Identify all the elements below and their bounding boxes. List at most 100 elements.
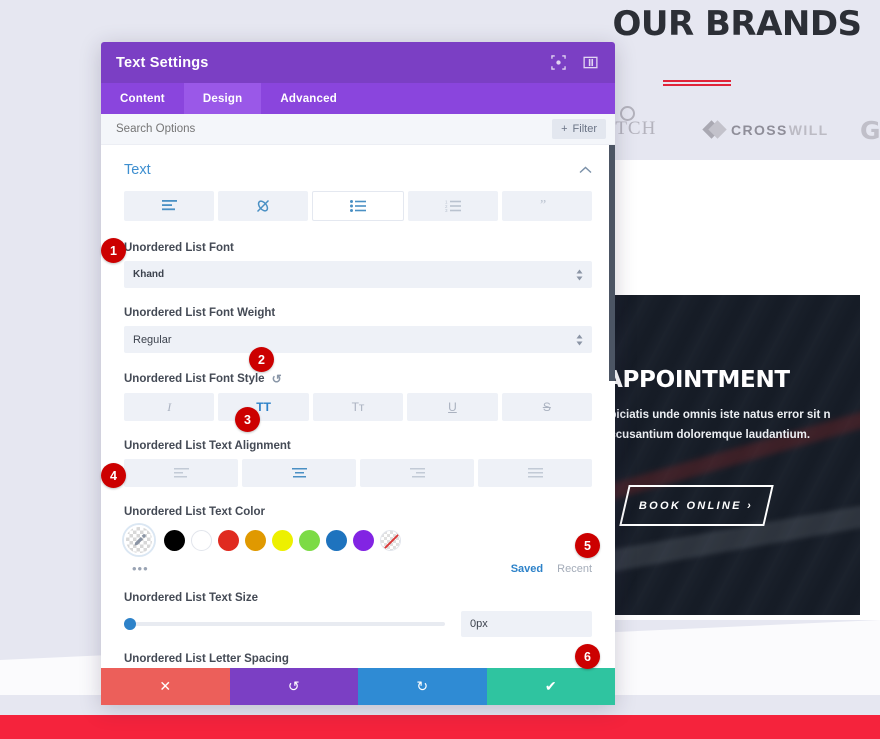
title-divider <box>663 80 731 86</box>
step-badge-3: 3 <box>235 407 260 432</box>
font-label: Unordered List Font <box>124 242 234 254</box>
unordered-list-icon[interactable] <box>312 191 404 221</box>
swatch-blue[interactable] <box>326 529 347 551</box>
footer-red-strip <box>0 715 880 739</box>
svg-text:”: ” <box>540 200 546 212</box>
itch-logo: ITCH <box>608 106 657 140</box>
letter-spacing-row: Unordered List Letter Spacing 0px <box>124 653 592 668</box>
font-weight-label: Unordered List Font Weight <box>124 307 276 319</box>
swatch-transparent[interactable] <box>380 529 401 551</box>
search-options-row: + Filter <box>101 114 615 145</box>
text-alignment-label: Unordered List Text Alignment <box>124 440 291 452</box>
search-input[interactable] <box>116 123 553 135</box>
crosswill-mark-icon <box>702 120 727 139</box>
underline-button[interactable]: U <box>407 393 498 421</box>
swatch-orange[interactable] <box>245 529 266 551</box>
quote-icon[interactable]: ” <box>502 191 592 221</box>
stepper-icon <box>576 334 583 346</box>
paragraph-icon[interactable] <box>124 191 214 221</box>
font-style-group: I TT Tᴛ U S <box>124 393 593 421</box>
hero-paragraph: spiciatis unde omnis iste natus error si… <box>607 409 831 441</box>
options-scroll-area: Text 1 2 3 ” Unordered List Font Khand U… <box>101 145 615 668</box>
color-meta-row: ••• Saved Recent <box>124 558 592 576</box>
step-badge-6: 6 <box>575 644 600 669</box>
text-alignment-group <box>124 459 592 487</box>
modal-scrollbar[interactable] <box>609 145 615 668</box>
save-button[interactable]: ✔ <box>486 668 615 705</box>
filter-button[interactable]: + Filter <box>552 119 606 139</box>
swatch-white[interactable] <box>191 529 212 551</box>
tab-content[interactable]: Content <box>101 83 184 114</box>
filter-button-label: Filter <box>572 123 597 135</box>
slider-knob[interactable] <box>124 618 136 630</box>
step-badge-1: 1 <box>101 238 126 263</box>
text-section-header[interactable]: Text <box>124 145 592 191</box>
text-color-label: Unordered List Text Color <box>124 506 265 518</box>
text-size-input[interactable]: 0px <box>461 611 592 637</box>
step-badge-2: 2 <box>249 347 274 372</box>
cancel-button[interactable]: ✕ <box>101 668 230 705</box>
font-style-label: Unordered List Font Style ↺ <box>124 372 592 386</box>
svg-text:3: 3 <box>445 208 448 212</box>
smallcaps-glyph: Tᴛ <box>351 400 365 414</box>
focus-target-icon[interactable] <box>548 53 568 73</box>
strikethrough-glyph: S <box>542 400 551 414</box>
swatch-green[interactable] <box>299 529 320 551</box>
link-icon[interactable] <box>218 191 308 221</box>
scrollbar-thumb[interactable] <box>609 145 615 381</box>
itch-logo-label: ITCH <box>608 118 657 139</box>
panel-layout-icon[interactable] <box>580 53 600 73</box>
font-style-label-text: Unordered List Font Style <box>124 373 265 385</box>
modal-body: Text 1 2 3 ” Unordered List Font Khand U… <box>101 145 615 668</box>
font-select-value: Khand <box>133 269 165 280</box>
crosswill-logo-light: WILL <box>788 121 829 138</box>
text-size-row: Unordered List Text Size 0px <box>124 592 592 637</box>
align-left-button[interactable] <box>124 459 238 487</box>
swatch-red[interactable] <box>218 529 239 551</box>
hero-title: APPOINTMENT <box>607 367 790 393</box>
smallcaps-button[interactable]: Tᴛ <box>312 393 404 421</box>
swatch-black[interactable] <box>164 529 185 551</box>
color-swatch-row <box>124 525 592 555</box>
text-settings-modal: Text Settings Content Design Advanced Se… <box>101 42 615 705</box>
swatch-yellow[interactable] <box>272 529 293 551</box>
align-center-button[interactable] <box>242 459 356 487</box>
plus-icon: + <box>561 123 568 135</box>
modal-title: Text Settings <box>116 54 209 71</box>
saved-tab[interactable]: Saved <box>511 563 543 575</box>
italic-button[interactable]: I <box>124 393 215 421</box>
reset-icon[interactable]: ↺ <box>272 372 282 386</box>
font-weight-value: Regular <box>133 333 172 346</box>
text-size-label: Unordered List Text Size <box>124 592 258 604</box>
strikethrough-button[interactable]: S <box>501 393 593 421</box>
text-type-tabs: 1 2 3 ” <box>124 191 592 221</box>
text-section-title: Text <box>124 162 151 178</box>
ordered-list-icon[interactable]: 1 2 3 <box>408 191 498 221</box>
undo-button[interactable]: ↺ <box>229 668 358 705</box>
underline-glyph: U <box>448 400 457 414</box>
recent-tab[interactable]: Recent <box>557 563 592 575</box>
modal-footer: ✕ ↺ ↻ ✔ <box>101 668 615 705</box>
swatch-purple[interactable] <box>353 529 374 551</box>
tab-advanced[interactable]: Advanced <box>261 83 356 114</box>
font-select[interactable]: Khand <box>124 261 592 288</box>
eyedropper-icon[interactable] <box>124 525 154 555</box>
book-online-label: BOOK ONLINE › <box>639 499 754 512</box>
italic-glyph: I <box>167 399 172 414</box>
font-weight-select[interactable]: Regular <box>124 326 592 353</box>
stepper-icon <box>576 269 583 281</box>
step-badge-5: 5 <box>575 533 600 558</box>
letter-spacing-label: Unordered List Letter Spacing <box>124 653 289 665</box>
align-justify-button[interactable] <box>478 459 592 487</box>
uppercase-glyph: TT <box>256 400 271 414</box>
chevron-up-icon[interactable] <box>579 166 592 174</box>
crosswill-logo-bold: CROSS <box>731 121 788 138</box>
align-right-button[interactable] <box>360 459 474 487</box>
uppercase-button[interactable]: TT <box>218 393 309 421</box>
more-colors-button[interactable]: ••• <box>132 561 149 576</box>
tab-design[interactable]: Design <box>183 83 262 114</box>
book-online-button[interactable]: BOOK ONLINE › <box>619 485 774 526</box>
text-size-slider[interactable] <box>124 618 445 630</box>
modal-header: Text Settings <box>101 42 615 83</box>
redo-button[interactable]: ↻ <box>358 668 487 705</box>
